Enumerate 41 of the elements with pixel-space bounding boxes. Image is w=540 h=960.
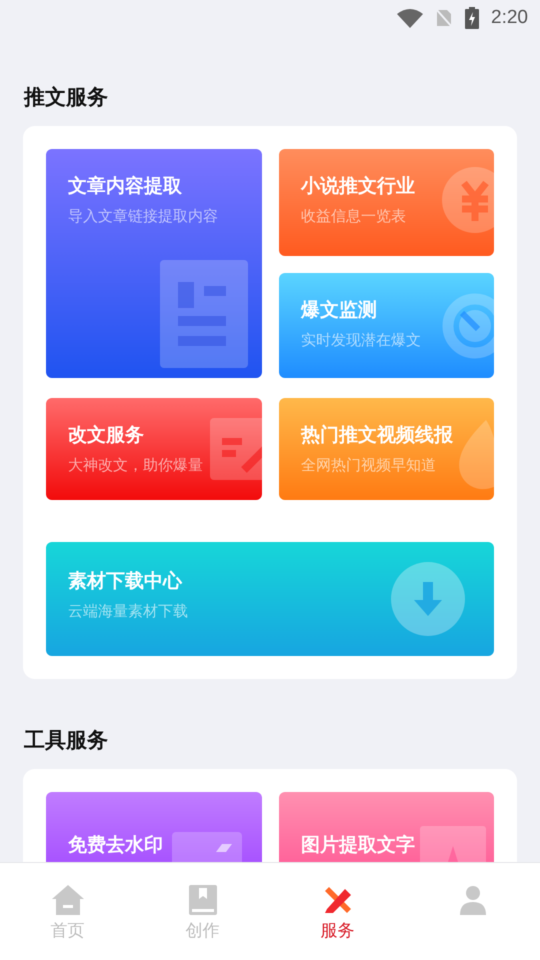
tile-title: 素材下载中心 xyxy=(68,569,182,594)
tile-subtitle: 实时发现潜在爆文 xyxy=(301,331,421,350)
yen-icon xyxy=(442,167,494,233)
flame-icon xyxy=(456,420,494,492)
edit-icon xyxy=(210,418,262,480)
tile-subtitle: 云端海量素材下载 xyxy=(68,602,188,621)
tile-title: 热门推文视频线报 xyxy=(301,423,453,448)
download-icon xyxy=(390,560,466,638)
tile-title: 图片提取文字 xyxy=(301,833,415,858)
tile-subtitle: 大神改文，助你爆量 xyxy=(68,456,203,475)
service-tile[interactable]: 免费去水印 xyxy=(46,792,262,862)
tile-title: 改文服务 xyxy=(68,423,144,448)
service-tile[interactable]: 素材下载中心 云端海量素材下载 xyxy=(46,542,494,656)
home-icon xyxy=(52,885,84,915)
service-tile[interactable]: 改文服务 大神改文，助你爆量 xyxy=(46,398,262,500)
battery-charging-icon xyxy=(465,7,480,29)
section-title: 工具服务 xyxy=(24,727,109,754)
tab-item[interactable]: 首页 xyxy=(0,863,135,960)
service-tile[interactable]: 爆文监测 实时发现潜在爆文 xyxy=(279,273,494,378)
tab-item[interactable]: 服务 xyxy=(270,863,405,960)
service-tile[interactable]: 文章内容提取 导入文章链接提取内容 xyxy=(46,149,262,378)
tile-title: 文章内容提取 xyxy=(68,174,182,199)
wifi-icon xyxy=(397,8,424,28)
tile-title: 爆文监测 xyxy=(301,298,377,323)
service-tile[interactable]: 小说推文行业 收益信息一览表 xyxy=(279,149,494,256)
tile-subtitle: 收益信息一览表 xyxy=(301,207,406,226)
tile-subtitle: 全网热门视频早知道 xyxy=(301,456,436,475)
tile-title: 小说推文行业 xyxy=(301,174,415,199)
no-sim-icon xyxy=(435,8,454,28)
person-icon xyxy=(460,885,486,915)
clock: 2:20 xyxy=(491,7,528,29)
tab-item[interactable]: 创作 xyxy=(135,863,270,960)
ruler-pencil-icon xyxy=(322,885,352,915)
service-tile[interactable]: 热门推文视频线报 全网热门视频早知道 xyxy=(279,398,494,500)
book-icon xyxy=(188,885,216,915)
section-title: 推文服务 xyxy=(24,84,109,111)
service-tile[interactable]: 图片提取文字 xyxy=(279,792,494,862)
gauge-icon xyxy=(442,293,494,359)
tile-subtitle: 导入文章链接提取内容 xyxy=(68,207,218,226)
tile-title: 免费去水印 xyxy=(68,833,163,858)
doc-icon xyxy=(160,260,248,368)
